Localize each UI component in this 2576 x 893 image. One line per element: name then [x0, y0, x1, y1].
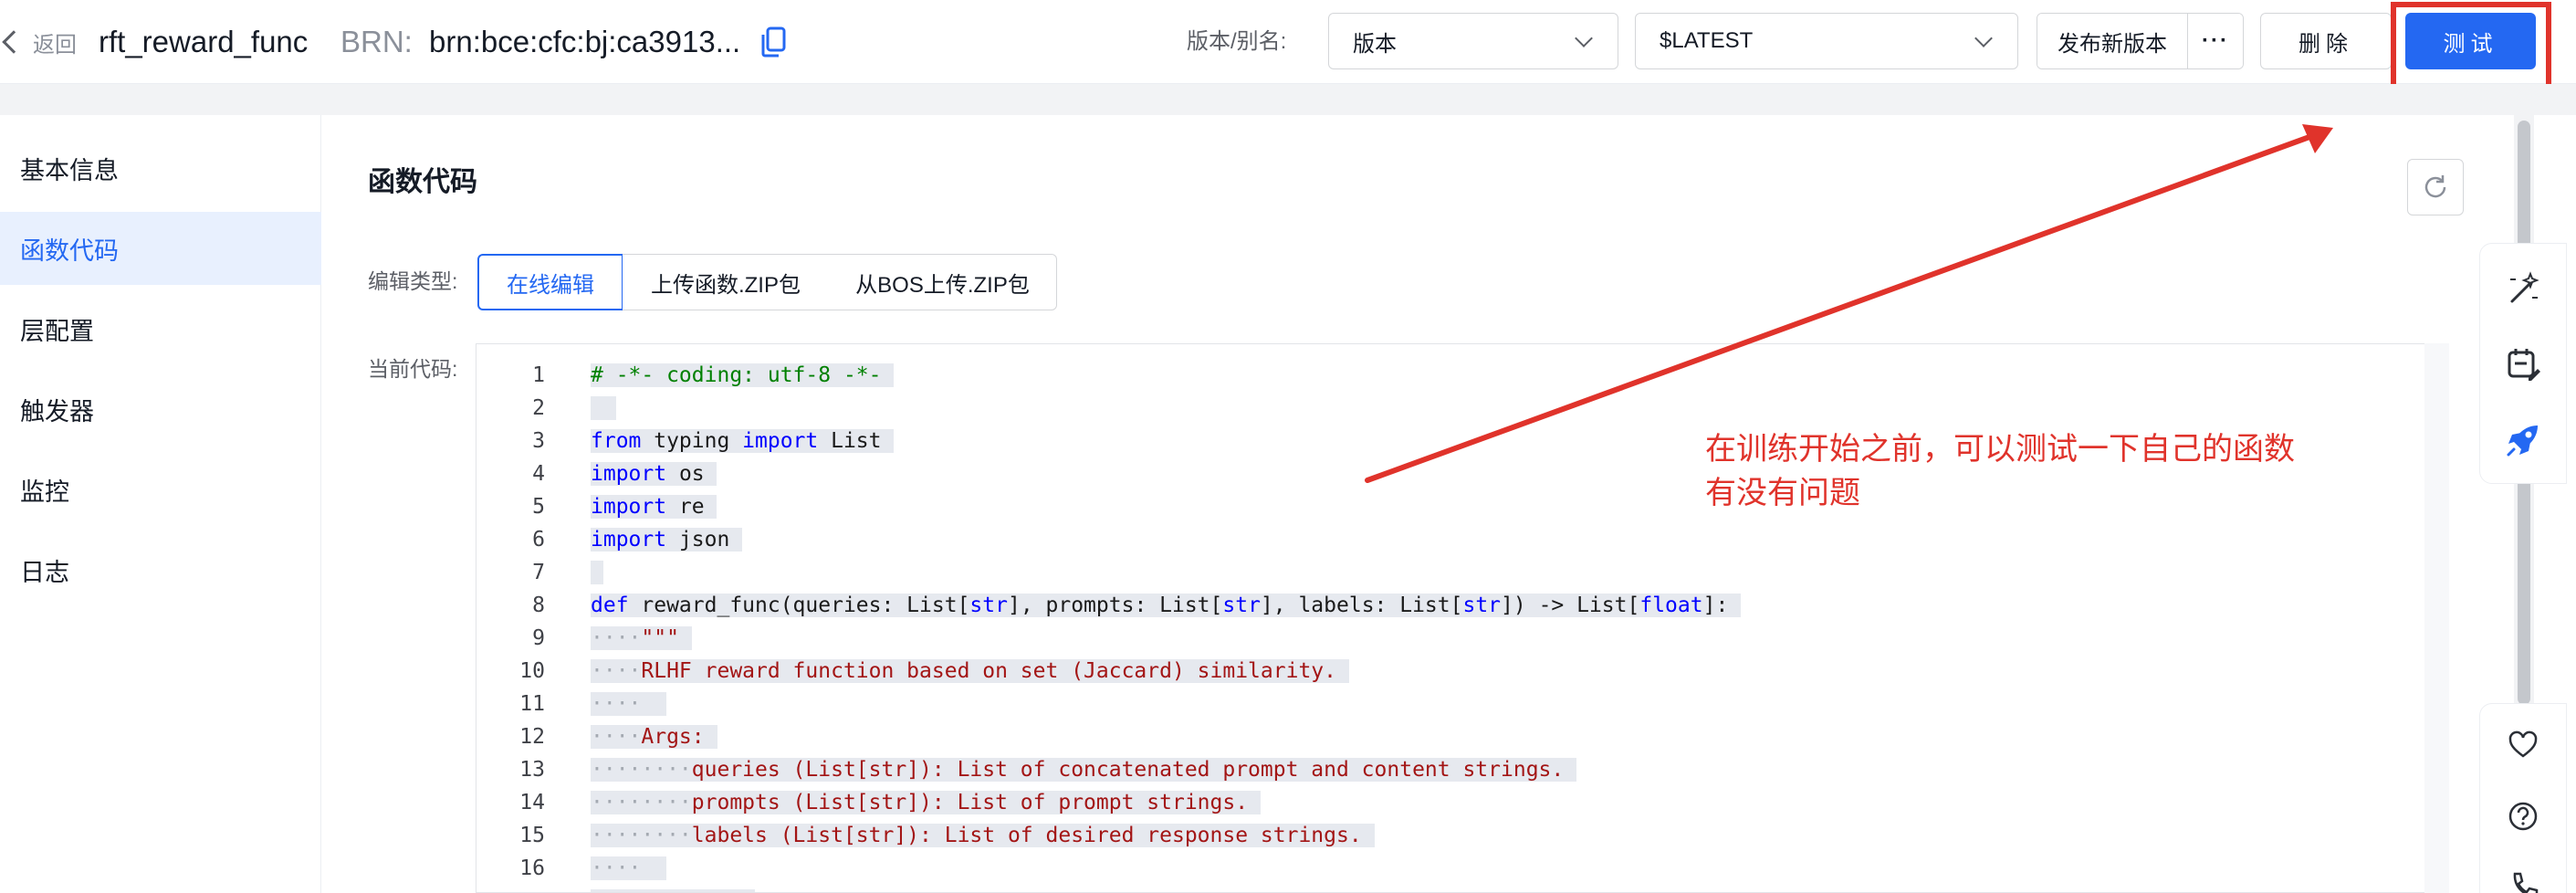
code-line: ········queries (List[str]): List of con…: [591, 753, 1577, 786]
code-line: ····Args:: [591, 720, 717, 753]
sidebar-item-monitoring[interactable]: 监控: [0, 453, 321, 526]
line-number: 7: [532, 561, 545, 584]
page: 返回 rft_reward_func BRN: brn:bce:cfc:bj:c…: [0, 0, 2576, 893]
line-number: 11: [519, 692, 545, 716]
line-number: 8: [532, 594, 545, 617]
line-number: 5: [532, 495, 545, 519]
calendar-edit-button[interactable]: [2498, 339, 2548, 388]
version-select-value: 版本: [1353, 31, 1397, 57]
code-line: ····: [591, 688, 667, 720]
publish-button-group: 发布新版本 ···: [2037, 13, 2244, 69]
phone-button[interactable]: [2498, 861, 2548, 893]
code-scrollbar[interactable]: [2424, 343, 2449, 893]
code-line: ····Returns:: [591, 885, 756, 892]
code-line: ········labels (List[str]): List of desi…: [591, 819, 1375, 852]
line-number: 9: [532, 626, 545, 650]
delete-button[interactable]: 删除: [2260, 13, 2392, 69]
sidebar-item-triggers[interactable]: 触发器: [0, 373, 321, 446]
chevron-down-icon: [1974, 29, 1993, 47]
annotation-line-1: 在训练开始之前，可以测试一下自己的函数: [1705, 432, 2295, 467]
floating-toolbar-top: [2479, 243, 2567, 484]
chevron-left-icon: [2, 30, 26, 54]
header-divider-band: [0, 84, 2576, 115]
line-number: 13: [519, 758, 545, 782]
code-editor[interactable]: 1 2 3 4 5 6 7 8 9 10 11 12 13 14 15 16 1…: [476, 343, 2449, 893]
version-select[interactable]: 版本: [1328, 13, 1618, 69]
line-number: 14: [519, 791, 545, 814]
heart-icon: [2508, 730, 2538, 758]
tab-upload-zip[interactable]: 上传函数.ZIP包: [623, 254, 830, 310]
tab-online-edit[interactable]: 在线编辑: [477, 254, 623, 310]
refresh-icon: [2424, 175, 2446, 198]
line-number: 16: [519, 856, 545, 880]
more-button[interactable]: ···: [2188, 14, 2243, 68]
favorite-button[interactable]: [2498, 720, 2548, 770]
code-line: ····: [591, 852, 667, 885]
line-number: 17: [476, 885, 545, 892]
help-icon: [2508, 802, 2538, 831]
copy-icon[interactable]: [759, 26, 787, 58]
code-line: from typing import List: [591, 429, 895, 453]
code-line: ····RLHF reward function based on set (J…: [591, 655, 1349, 688]
code-line: # -*- coding: utf-8 -*-: [591, 359, 895, 392]
back-label: 返回: [33, 32, 77, 58]
publish-version-button[interactable]: 发布新版本: [2037, 14, 2188, 68]
code-line: import json: [591, 528, 743, 552]
line-number: 15: [519, 824, 545, 847]
sidebar-item-layer-config[interactable]: 层配置: [0, 292, 321, 365]
code-line: ····""": [591, 622, 692, 655]
line-number: 2: [532, 396, 545, 420]
line-number: 12: [519, 725, 545, 749]
annotation-line-2: 有没有问题: [1705, 476, 1860, 510]
sidebar-item-basic-info[interactable]: 基本信息: [0, 131, 321, 205]
magic-wand-icon: [2510, 271, 2539, 303]
rocket-icon: [2507, 425, 2538, 457]
alias-select-value: $LATEST: [1660, 28, 1754, 53]
sidebar-item-function-code[interactable]: 函数代码: [0, 212, 321, 285]
section-title: 函数代码: [368, 167, 477, 197]
brn-label: BRN:: [340, 25, 413, 58]
header: 返回 rft_reward_func BRN: brn:bce:cfc:bj:c…: [0, 0, 2576, 100]
back-link[interactable]: 返回: [0, 24, 77, 60]
current-code-label: 当前代码:: [368, 357, 458, 381]
alias-select[interactable]: $LATEST: [1635, 13, 2018, 69]
edit-type-label: 编辑类型:: [368, 269, 458, 293]
line-number: 10: [519, 659, 545, 683]
line-number: 3: [532, 429, 545, 453]
code-line: import re: [591, 495, 717, 519]
code-line: [591, 556, 603, 589]
help-button[interactable]: [2498, 792, 2548, 841]
sidebar-item-logs[interactable]: 日志: [0, 533, 321, 606]
line-number: 1: [532, 363, 545, 387]
line-number: 4: [532, 462, 545, 486]
floating-toolbar-bottom: [2479, 703, 2567, 893]
rocket-button[interactable]: [2498, 415, 2548, 465]
version-alias-label: 版本/别名:: [1187, 29, 1287, 54]
code-line: ········prompts (List[str]): List of pro…: [591, 786, 1261, 819]
line-number: 6: [532, 528, 545, 552]
function-name: rft_reward_func: [99, 25, 309, 58]
refresh-button[interactable]: [2407, 159, 2464, 215]
brn-value: brn:bce:cfc:bj:ca3913...: [429, 25, 741, 58]
calendar-edit-icon: [2508, 349, 2540, 381]
code-line: def reward_func(queries: List[str], prom…: [591, 594, 1742, 617]
phone-icon: [2513, 872, 2539, 893]
line-number-gutter: 1 2 3 4 5 6 7 8 9 10 11 12 13 14 15 16 1…: [476, 344, 581, 892]
magic-wand-button[interactable]: [2498, 264, 2548, 313]
code-line: [591, 392, 616, 425]
sidebar: 基本信息 函数代码 层配置 触发器 监控 日志: [0, 115, 321, 893]
chevron-down-icon: [1575, 29, 1593, 47]
code-line: import os: [591, 462, 717, 486]
annotation-note: 在训练开始之前，可以测试一下自己的函数 有没有问题: [1705, 427, 2399, 515]
tab-upload-from-bos[interactable]: 从BOS上传.ZIP包: [829, 254, 1057, 310]
